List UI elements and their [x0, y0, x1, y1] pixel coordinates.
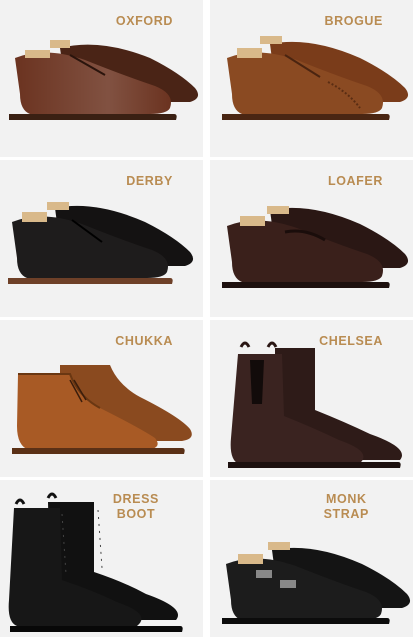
style-label: MONK STRAP [323, 492, 369, 521]
style-label: DRESS BOOT [112, 492, 159, 521]
style-label: LOAFER [328, 174, 383, 188]
style-label: CHELSEA [319, 334, 383, 348]
style-label: OXFORD [115, 14, 173, 28]
tile-monk-strap: MONK STRAP [210, 480, 413, 637]
shoe-style-grid: OXFORD BROGUE DERBY LOAFER CHUKKA CHELSE… [0, 0, 413, 640]
style-label: BROGUE [324, 14, 383, 28]
tile-brogue: BROGUE [210, 0, 413, 157]
tile-loafer: LOAFER [210, 160, 413, 317]
tile-dress-boot: DRESS BOOT [0, 480, 203, 637]
dress-boot-image [8, 492, 183, 632]
style-label: CHUKKA [115, 334, 173, 348]
tile-chukka: CHUKKA [0, 320, 203, 477]
tile-chelsea: CHELSEA [210, 320, 413, 477]
tile-oxford: OXFORD [0, 0, 203, 157]
monk-strap-shoe-image [222, 542, 411, 624]
tile-derby: DERBY [0, 160, 203, 317]
style-label: DERBY [126, 174, 173, 188]
